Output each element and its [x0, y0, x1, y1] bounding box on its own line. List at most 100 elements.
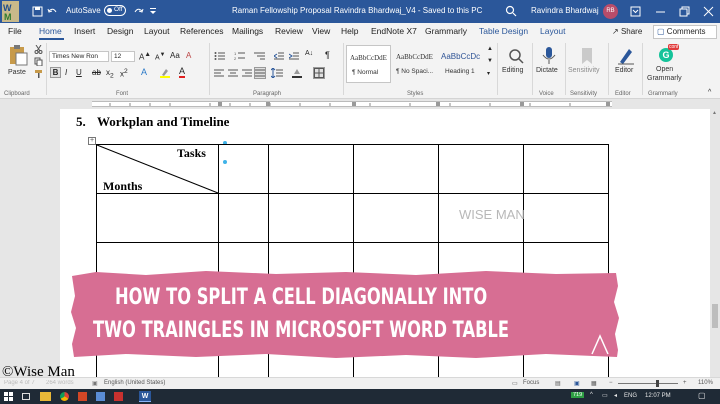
ribbon-display-icon[interactable]	[630, 6, 641, 17]
taskbar-app-icon[interactable]	[96, 392, 105, 401]
print-layout-icon[interactable]: ▣	[574, 380, 580, 387]
search-icon[interactable]	[505, 5, 517, 17]
zoom-slider-thumb[interactable]	[656, 380, 659, 387]
decrease-indent-icon[interactable]	[273, 51, 284, 61]
word-logo-icon[interactable]: WM	[2, 1, 19, 22]
shrink-font-icon[interactable]: A▼	[155, 52, 165, 61]
taskbar-app-icon[interactable]	[78, 392, 87, 401]
table-move-handle-icon[interactable]: +	[88, 137, 96, 145]
strikethrough-button[interactable]: ab	[92, 68, 101, 77]
tab-endnote[interactable]: EndNote X7	[371, 26, 417, 36]
copy-icon[interactable]	[34, 57, 43, 67]
style-no-spacing[interactable]: AaBbCcDdE ¶ No Spaci...	[393, 45, 438, 83]
tab-insert[interactable]: Insert	[74, 26, 95, 36]
file-explorer-icon[interactable]	[40, 392, 51, 401]
increase-indent-icon[interactable]	[288, 51, 299, 61]
tray-chevron-icon[interactable]: ^	[590, 392, 593, 398]
cut-icon[interactable]	[34, 44, 43, 54]
font-color-icon[interactable]: A	[179, 67, 186, 78]
style-normal[interactable]: AaBbCcDdE ¶ Normal	[346, 45, 391, 83]
zoom-in-icon[interactable]: +	[683, 380, 687, 386]
text-effects-icon[interactable]: A	[141, 67, 147, 77]
style-heading-1[interactable]: AaBbCcDc Heading 1	[440, 45, 485, 83]
redo-icon[interactable]	[133, 6, 144, 17]
highlight-icon[interactable]	[160, 68, 170, 78]
word-count[interactable]: 264 words	[46, 380, 74, 386]
tab-references[interactable]: References	[180, 26, 223, 36]
tab-help[interactable]: Help	[341, 26, 358, 36]
zoom-out-icon[interactable]: −	[609, 380, 613, 386]
zoom-slider[interactable]	[618, 383, 678, 384]
clear-format-icon[interactable]: A	[186, 51, 191, 60]
volume-icon[interactable]: ◂	[614, 392, 617, 399]
editing-button[interactable]: Editing	[500, 44, 530, 84]
tab-grammarly[interactable]: Grammarly	[425, 26, 467, 36]
minimize-icon[interactable]	[655, 6, 666, 17]
sort-icon[interactable]: A↓	[305, 50, 313, 57]
close-icon[interactable]	[703, 6, 714, 17]
justify-icon[interactable]	[254, 67, 266, 79]
grow-font-icon[interactable]: A▲	[139, 51, 151, 62]
horizontal-ruler[interactable]	[0, 99, 720, 109]
tab-file[interactable]: File	[8, 26, 22, 36]
battery-indicator[interactable]: 719	[571, 392, 585, 398]
tab-mailings[interactable]: Mailings	[232, 26, 263, 36]
web-layout-icon[interactable]: ▦	[591, 380, 597, 387]
bullets-icon[interactable]	[214, 51, 226, 61]
language-status[interactable]: English (United States)	[104, 380, 165, 386]
align-center-icon[interactable]	[228, 68, 238, 78]
styles-scroll-up-icon[interactable]: ▲	[487, 46, 493, 52]
network-icon[interactable]: ▭	[602, 392, 608, 399]
subscript-button[interactable]: x2	[106, 68, 114, 80]
tab-design[interactable]: Design	[107, 26, 133, 36]
tab-review[interactable]: Review	[275, 26, 303, 36]
proofing-icon[interactable]: ▣	[92, 380, 98, 387]
input-language[interactable]: ENG	[624, 393, 637, 399]
open-grammarly-button[interactable]: G conf Open Grammarly	[645, 43, 687, 88]
page-count[interactable]: Page 4 of 7	[4, 380, 35, 386]
format-painter-icon[interactable]	[34, 69, 43, 78]
comments-button[interactable]: ▢ Comments	[653, 25, 717, 39]
qat-more-icon[interactable]	[148, 6, 158, 16]
collapse-ribbon-icon[interactable]: ^	[708, 89, 711, 96]
tab-layout[interactable]: Layout	[144, 26, 170, 36]
italic-button[interactable]: I	[65, 68, 67, 77]
align-right-icon[interactable]	[242, 68, 252, 78]
line-spacing-icon[interactable]	[270, 67, 283, 79]
vertical-scrollbar[interactable]: ▲	[710, 109, 720, 377]
superscript-button[interactable]: x2	[120, 68, 128, 79]
focus-label[interactable]: Focus	[523, 380, 539, 386]
dictate-button[interactable]: Dictate	[534, 44, 562, 84]
taskbar-app-icon[interactable]	[114, 392, 123, 401]
shading-icon[interactable]	[292, 68, 302, 78]
show-marks-icon[interactable]: ¶	[325, 50, 330, 60]
autosave-toggle[interactable]: Off	[104, 5, 126, 16]
share-button[interactable]: ↗ Share	[612, 25, 642, 39]
maximize-icon[interactable]	[679, 6, 690, 17]
read-mode-icon[interactable]: ▤	[555, 380, 561, 387]
sensitivity-button[interactable]: Sensitivity	[567, 44, 605, 84]
tab-home[interactable]: Home	[39, 26, 62, 36]
styles-scroll-down-icon[interactable]: ▼	[487, 58, 493, 64]
tab-table-layout[interactable]: Layout	[540, 26, 566, 36]
tab-table-design[interactable]: Table Design	[479, 26, 528, 36]
start-icon[interactable]	[4, 392, 13, 401]
numbering-icon[interactable]: 12	[234, 51, 246, 61]
save-icon[interactable]	[32, 6, 43, 17]
task-view-icon[interactable]	[22, 393, 30, 400]
notifications-icon[interactable]: ▢	[698, 391, 706, 400]
paste-button[interactable]: Paste	[4, 43, 30, 83]
font-name-combo[interactable]: Times New Ron	[49, 51, 109, 62]
scroll-up-icon[interactable]: ▲	[712, 110, 717, 116]
styles-more-icon[interactable]: ▾	[487, 70, 490, 77]
zoom-level[interactable]: 110%	[698, 380, 713, 386]
word-taskbar-icon[interactable]: W	[139, 391, 151, 402]
align-left-icon[interactable]	[214, 68, 224, 78]
font-size-combo[interactable]: 12	[111, 51, 135, 62]
chrome-icon[interactable]	[60, 392, 69, 401]
tab-view[interactable]: View	[312, 26, 330, 36]
avatar[interactable]: RB	[603, 4, 618, 19]
scrollbar-thumb[interactable]	[712, 304, 718, 328]
bold-button[interactable]: B	[50, 67, 61, 78]
borders-icon[interactable]	[313, 67, 325, 79]
